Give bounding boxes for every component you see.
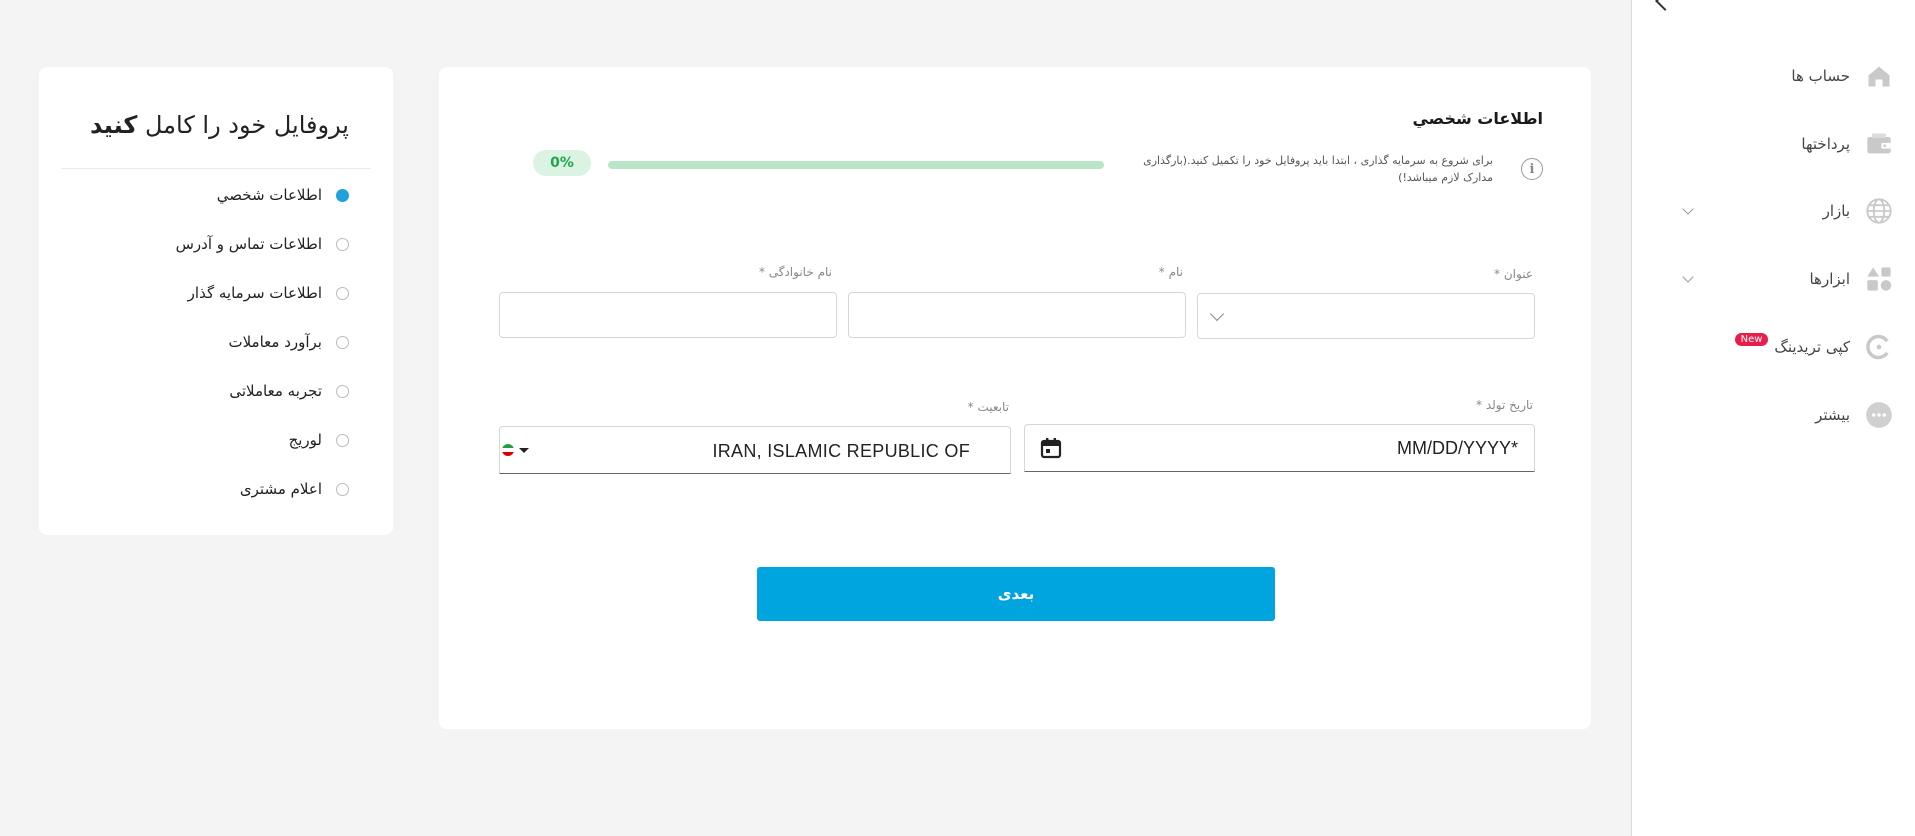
- first-name-label: نام *: [1158, 265, 1183, 279]
- steps-title-text: پروفایل خود را کامل: [145, 111, 349, 139]
- chevron-down-icon: [1209, 306, 1225, 322]
- calendar-icon[interactable]: [1039, 436, 1063, 464]
- sidebar-item-label: کپی تریدینگ: [1774, 338, 1850, 356]
- chevron-down-icon[interactable]: [1682, 203, 1694, 215]
- step-radio: [336, 188, 349, 202]
- sidebar: حساب ها پرداختها بازار ابزارها کپی تریدی…: [1631, 0, 1915, 836]
- info-icon: i: [1521, 158, 1543, 180]
- sidebar-item-label: بیشتر: [1815, 406, 1850, 424]
- step-label: اطلاعات سرمایه گذار: [187, 284, 322, 302]
- section-title: اطلاعات شخصي: [1412, 109, 1543, 128]
- sidebar-item-label: حساب ها: [1791, 67, 1850, 85]
- step-label: اعلام مشتری: [239, 480, 322, 498]
- step-trading-experience[interactable]: تجربه معاملاتی: [229, 379, 349, 403]
- personal-info-form: اطلاعات شخصي i برای شروع به سرمایه گذاری…: [439, 67, 1591, 729]
- title-label: عنوان *: [1494, 267, 1533, 281]
- flag-iran-icon[interactable]: [502, 444, 529, 456]
- birth-date-placeholder: MM/DD/YYYY*: [1396, 438, 1518, 458]
- sidebar-item-label: ابزارها: [1809, 270, 1850, 288]
- sidebar-item-market[interactable]: بازار: [1632, 191, 1915, 231]
- step-radio: [336, 237, 349, 251]
- sidebar-item-accounts[interactable]: حساب ها: [1632, 56, 1915, 96]
- new-badge: New: [1734, 332, 1769, 346]
- copy-trading-icon: [1864, 332, 1894, 362]
- step-radio: [336, 286, 349, 300]
- globe-icon: [1864, 196, 1894, 226]
- progress-bar: [608, 161, 1104, 169]
- sidebar-item-copy-trading[interactable]: کپی تریدینگ New: [1632, 327, 1915, 367]
- more-icon: [1864, 400, 1894, 430]
- sidebar-item-more[interactable]: بیشتر: [1632, 395, 1915, 435]
- sidebar-item-tools[interactable]: ابزارها: [1632, 259, 1915, 299]
- step-label: اطلاعات تماس و آدرس: [175, 235, 322, 253]
- step-client-declaration[interactable]: اعلام مشتری: [240, 477, 349, 501]
- birth-date-input[interactable]: MM/DD/YYYY*: [1024, 424, 1535, 472]
- step-label: تجربه معاملاتی: [229, 382, 322, 400]
- last-name-input[interactable]: [499, 292, 837, 338]
- step-label: اطلاعات شخصي: [216, 186, 322, 204]
- step-leverage[interactable]: لوریج: [289, 428, 349, 452]
- nationality-label: تابعیت *: [967, 400, 1009, 414]
- nationality-select[interactable]: IRAN, ISLAMIC REPUBLIC OF: [499, 426, 1011, 474]
- chevron-down-icon[interactable]: [1682, 271, 1694, 283]
- sidebar-item-payments[interactable]: پرداختها: [1632, 124, 1915, 164]
- step-personal-info[interactable]: اطلاعات شخصي: [217, 183, 349, 207]
- steps-title: پروفایل خود را کامل کنید: [90, 111, 349, 139]
- next-button[interactable]: بعدی: [757, 567, 1275, 621]
- step-radio: [336, 384, 349, 398]
- title-select[interactable]: [1197, 293, 1535, 339]
- step-radio: [336, 482, 349, 496]
- sidebar-collapse-icon[interactable]: [1655, 0, 1675, 11]
- birth-date-label: تاریخ تولد *: [1476, 398, 1533, 412]
- divider: [61, 168, 371, 169]
- sidebar-item-label: بازار: [1822, 202, 1850, 220]
- caret-down-icon: [519, 447, 529, 453]
- nationality-value: IRAN, ISLAMIC REPUBLIC OF: [712, 441, 970, 461]
- tools-icon: [1864, 264, 1894, 294]
- last-name-label: نام خانوادگی *: [758, 265, 832, 279]
- step-label: لوریج: [288, 431, 322, 449]
- first-name-input[interactable]: [848, 292, 1186, 338]
- steps-title-bold: کنید: [89, 111, 138, 139]
- step-radio: [336, 335, 349, 349]
- step-investor-info[interactable]: اطلاعات سرمایه گذار: [188, 281, 349, 305]
- wallet-icon: [1864, 129, 1894, 159]
- home-icon: [1864, 61, 1894, 91]
- step-trade-estimate[interactable]: برآورد معاملات: [228, 330, 349, 354]
- profile-steps-panel: پروفایل خود را کامل کنید اطلاعات شخصي اط…: [39, 67, 393, 535]
- progress-percent: 0%: [533, 150, 591, 176]
- sidebar-item-label: پرداختها: [1801, 135, 1850, 153]
- profile-notice: برای شروع به سرمایه گذاری ، ابتدا باید پ…: [1143, 154, 1493, 185]
- step-contact-address[interactable]: اطلاعات تماس و آدرس: [176, 232, 349, 256]
- step-radio: [336, 433, 349, 447]
- step-label: برآورد معاملات: [228, 333, 322, 351]
